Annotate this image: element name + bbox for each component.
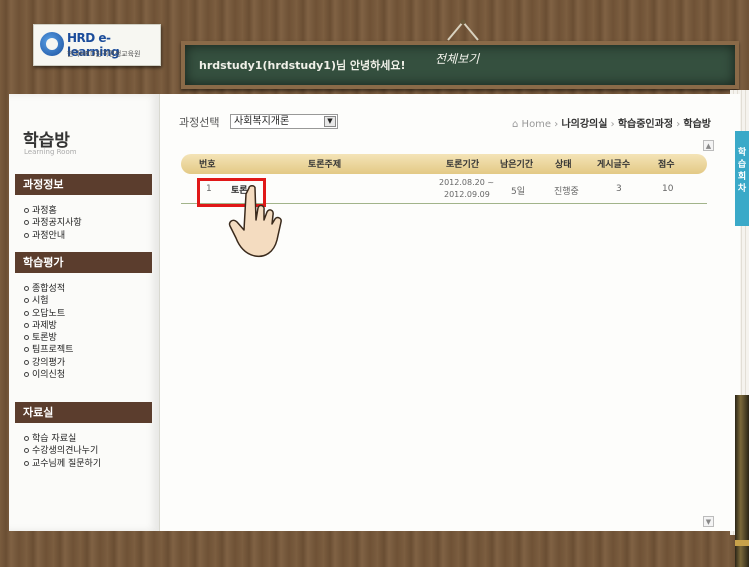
logo-subtitle: 한국HRD원격평생교육원 bbox=[67, 50, 141, 58]
breadcrumb-learning-room: 학습방 bbox=[683, 119, 712, 130]
scroll-up-button[interactable]: ▲ bbox=[703, 140, 714, 151]
sidebar-item-student-opinions[interactable]: 수강생의견나누기 bbox=[24, 445, 101, 457]
greeting-text: hrdstudy1(hrdstudy1)님 안녕하세요! bbox=[199, 59, 406, 72]
section-resources: 자료실 bbox=[15, 402, 152, 423]
home-icon[interactable]: ⌂ bbox=[512, 119, 518, 130]
sidebar-item-course-notice[interactable]: 과정공지사항 bbox=[24, 217, 82, 229]
sidebar-subtitle: Learning Room bbox=[24, 148, 77, 156]
sidebar-item-discussion[interactable]: 토론방 bbox=[24, 332, 73, 344]
view-all-link[interactable]: 전체보기 bbox=[435, 50, 479, 67]
sidebar-item-overall-grade[interactable]: 종합성적 bbox=[24, 283, 73, 295]
status-badge: 진행중 bbox=[554, 187, 579, 197]
col-posts: 게시글수 bbox=[597, 160, 631, 170]
course-select-label: 과정선택 bbox=[179, 116, 220, 129]
sidebar-item-assignment[interactable]: 과제방 bbox=[24, 320, 73, 332]
sidebar-item-lecture-eval[interactable]: 강의평가 bbox=[24, 357, 73, 369]
course-select[interactable]: 사회복지개론 ▼ bbox=[230, 114, 338, 129]
sidebar: 학습방 Learning Room 과정정보 과정홈 과정공지사항 과정안내 학… bbox=[9, 94, 160, 531]
lesson-round-tab[interactable]: 학습 회차 bbox=[735, 131, 749, 226]
sidebar-item-ask-professor[interactable]: 교수님께 질문하기 bbox=[24, 458, 101, 470]
section-course-info: 과정정보 bbox=[15, 174, 152, 195]
pen-ring bbox=[735, 540, 749, 546]
col-status: 상태 bbox=[555, 160, 572, 170]
logo[interactable]: HRD e-learning 한국HRD원격평생교육원 bbox=[33, 24, 161, 66]
sidebar-item-study-materials[interactable]: 학습 자료실 bbox=[24, 433, 101, 445]
course-info-menu: 과정홈 과정공지사항 과정안내 bbox=[24, 205, 82, 242]
pointing-hand-icon bbox=[228, 185, 282, 258]
section-evaluation: 학습평가 bbox=[15, 252, 152, 273]
cell-period-end: 2012.09.09 bbox=[444, 190, 490, 199]
col-topic: 토론주제 bbox=[308, 160, 342, 170]
sidebar-item-appeal[interactable]: 이의신청 bbox=[24, 369, 73, 381]
col-period: 토론기간 bbox=[446, 160, 480, 170]
breadcrumb-my-classroom[interactable]: 나의강의실 bbox=[561, 119, 607, 130]
sidebar-item-course-guide[interactable]: 과정안내 bbox=[24, 230, 82, 242]
chevron-down-icon[interactable]: ▼ bbox=[324, 116, 336, 127]
col-score: 점수 bbox=[658, 160, 675, 170]
chalkboard: hrdstudy1(hrdstudy1)님 안녕하세요! 전체보기 bbox=[181, 41, 739, 89]
breadcrumb-current-course[interactable]: 학습중인과정 bbox=[618, 119, 673, 130]
evaluation-menu: 종합성적 시험 오답노트 과제방 토론방 팀프로젝트 강의평가 이의신청 bbox=[24, 283, 73, 381]
col-number: 번호 bbox=[199, 160, 216, 170]
cell-period-start: 2012.08.20 ~ bbox=[439, 178, 495, 187]
sidebar-item-team-project[interactable]: 팀프로젝트 bbox=[24, 344, 73, 356]
breadcrumb-home[interactable]: Home bbox=[522, 119, 552, 130]
breadcrumb: ⌂ Home › 나의강의실 › 학습중인과정 › 학습방 bbox=[512, 119, 712, 130]
cell-posts: 3 bbox=[616, 184, 622, 194]
sidebar-item-exam[interactable]: 시험 bbox=[24, 295, 73, 307]
sidebar-item-wrong-answer-note[interactable]: 오답노트 bbox=[24, 308, 73, 320]
cell-remaining: 5일 bbox=[511, 187, 526, 197]
logo-mark-icon bbox=[40, 32, 64, 56]
course-select-value: 사회복지개론 bbox=[234, 116, 290, 127]
hanger-icon bbox=[447, 19, 479, 41]
sidebar-item-course-home[interactable]: 과정홈 bbox=[24, 205, 82, 217]
resources-menu: 학습 자료실 수강생의견나누기 교수님께 질문하기 bbox=[24, 433, 101, 470]
table-header: 번호 토론주제 토론기간 남은기간 상태 게시글수 점수 bbox=[181, 154, 707, 174]
cell-score: 10 bbox=[662, 184, 674, 194]
scroll-down-button[interactable]: ▼ bbox=[703, 516, 714, 527]
col-remaining: 남은기간 bbox=[500, 160, 534, 170]
